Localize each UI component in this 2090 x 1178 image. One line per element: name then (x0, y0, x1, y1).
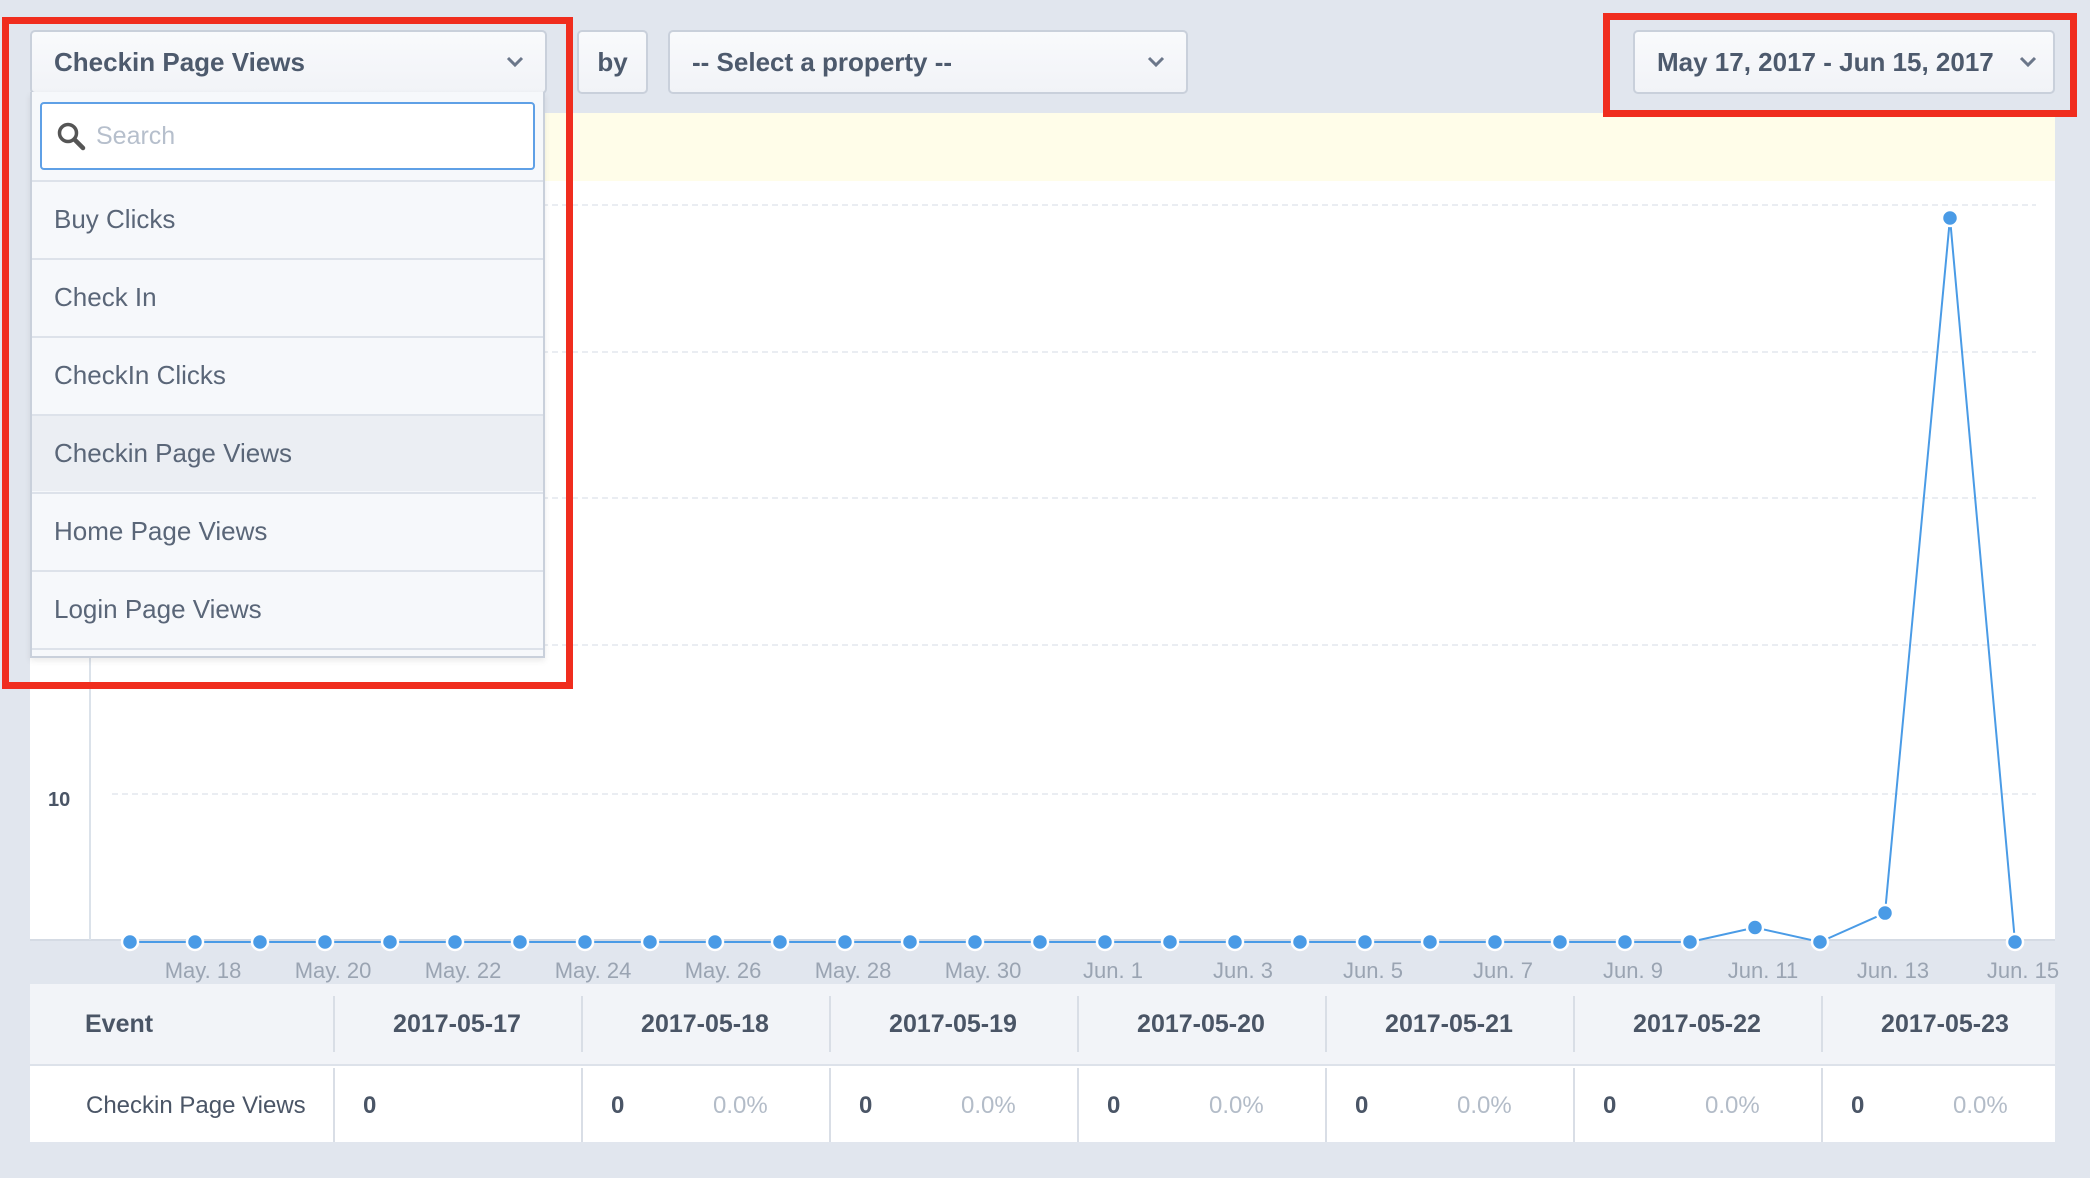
dropdown-item[interactable]: Login Page Views (32, 570, 543, 647)
x-tick-label: May. 24 (555, 958, 632, 983)
data-point[interactable] (1160, 932, 1180, 952)
data-point[interactable] (1485, 932, 1505, 952)
cell-value: 0 (611, 1092, 625, 1119)
x-tick-label: Jun. 5 (1343, 958, 1403, 983)
data-point[interactable] (640, 932, 660, 952)
row-column-separator (1573, 1068, 1575, 1142)
x-tick-label: May. 26 (685, 958, 762, 983)
x-tick-label: Jun. 15 (1987, 958, 2059, 983)
data-point[interactable] (185, 932, 205, 952)
data-point[interactable] (2005, 932, 2025, 952)
cell-percent: 0.0% (961, 1092, 1016, 1119)
date-column-header: 2017-05-18 (641, 1009, 769, 1038)
dropdown-item[interactable]: Checkin Page Views (32, 414, 543, 491)
date-column-header: 2017-05-20 (1137, 1009, 1265, 1038)
data-point[interactable] (1355, 932, 1375, 952)
x-tick-label: May. 22 (425, 958, 502, 983)
event-dropdown-menu: Buy ClicksCheck InCheckIn ClicksCheckin … (30, 92, 545, 658)
data-point[interactable] (1290, 932, 1310, 952)
data-point[interactable] (1095, 932, 1115, 952)
data-point[interactable] (1030, 932, 1050, 952)
dropdown-divider (32, 648, 543, 656)
x-tick-label: Jun. 3 (1213, 958, 1273, 983)
data-point[interactable] (1680, 932, 1700, 952)
data-point[interactable] (900, 932, 920, 952)
search-icon (56, 121, 86, 151)
y-tick-label: 10 (48, 789, 70, 811)
cell-percent: 0.0% (1953, 1092, 2008, 1119)
data-point[interactable] (445, 932, 465, 952)
dropdown-item[interactable]: CheckIn Clicks (32, 336, 543, 413)
dropdown-item[interactable]: Home Page Views (32, 492, 543, 569)
x-tick-label: May. 28 (815, 958, 892, 983)
x-tick-label: Jun. 7 (1473, 958, 1533, 983)
cell-value: 0 (1107, 1092, 1121, 1119)
data-point[interactable] (250, 932, 270, 952)
data-point[interactable] (510, 932, 530, 952)
cell-value: 0 (363, 1092, 377, 1119)
x-tick-label: Jun. 9 (1603, 958, 1663, 983)
data-point[interactable] (1615, 932, 1635, 952)
dropdown-item[interactable]: Check In (32, 258, 543, 335)
date-column-header: 2017-05-23 (1881, 1009, 2009, 1038)
data-point[interactable] (1420, 932, 1440, 952)
cell-value: 0 (1355, 1092, 1369, 1119)
data-point[interactable] (315, 932, 335, 952)
cell-value: 0 (859, 1092, 873, 1119)
data-point[interactable] (1810, 932, 1830, 952)
row-column-separator (333, 1068, 335, 1142)
data-point[interactable] (965, 932, 985, 952)
data-point[interactable] (575, 932, 595, 952)
event-column-header: Event (85, 1009, 154, 1038)
data-point[interactable] (1225, 932, 1245, 952)
date-column-header: 2017-05-22 (1633, 1009, 1761, 1038)
data-point[interactable] (120, 932, 140, 952)
dropdown-search-box[interactable] (40, 102, 535, 170)
x-tick-label: Jun. 11 (1728, 958, 1799, 983)
cell-value: 0 (1851, 1092, 1865, 1119)
x-tick-label: May. 18 (165, 958, 242, 983)
data-point[interactable] (1940, 208, 1960, 228)
cell-percent: 0.0% (713, 1092, 768, 1119)
cell-percent: 0.0% (1705, 1092, 1760, 1119)
row-column-separator (1077, 1068, 1079, 1142)
cell-value: 0 (1603, 1092, 1617, 1119)
data-point[interactable] (770, 932, 790, 952)
row-column-separator (581, 1068, 583, 1142)
row-column-separator (1325, 1068, 1327, 1142)
x-tick-label: May. 30 (945, 958, 1022, 983)
row-event-label: Checkin Page Views (86, 1092, 306, 1119)
cell-percent: 0.0% (1457, 1092, 1512, 1119)
x-axis-tick-labels: May. 18 May. 20 May. 22 May. 24 May. 26 May. … (165, 958, 2059, 983)
date-column-header: 2017-05-17 (393, 1009, 521, 1038)
data-point[interactable] (835, 932, 855, 952)
events-table: Event 2017-05-17 0 2017-05-18 0 0.0% 2017-05-… (30, 984, 2055, 1142)
x-tick-label: Jun. 1 (1083, 958, 1143, 983)
data-point[interactable] (1550, 932, 1570, 952)
x-tick-label: May. 20 (295, 958, 372, 983)
cell-percent: 0.0% (1209, 1092, 1264, 1119)
row-column-separator (1821, 1068, 1823, 1142)
data-point[interactable] (1745, 918, 1765, 937)
data-point[interactable] (380, 932, 400, 952)
data-point[interactable] (705, 932, 725, 952)
date-column-header: 2017-05-21 (1385, 1009, 1513, 1038)
x-tick-label: Jun. 13 (1857, 958, 1929, 983)
row-column-separator (829, 1068, 831, 1142)
data-point[interactable] (1875, 903, 1895, 923)
dropdown-search-input[interactable] (96, 121, 496, 151)
dropdown-item[interactable]: Buy Clicks (32, 180, 543, 257)
date-column-header: 2017-05-19 (889, 1009, 1017, 1038)
